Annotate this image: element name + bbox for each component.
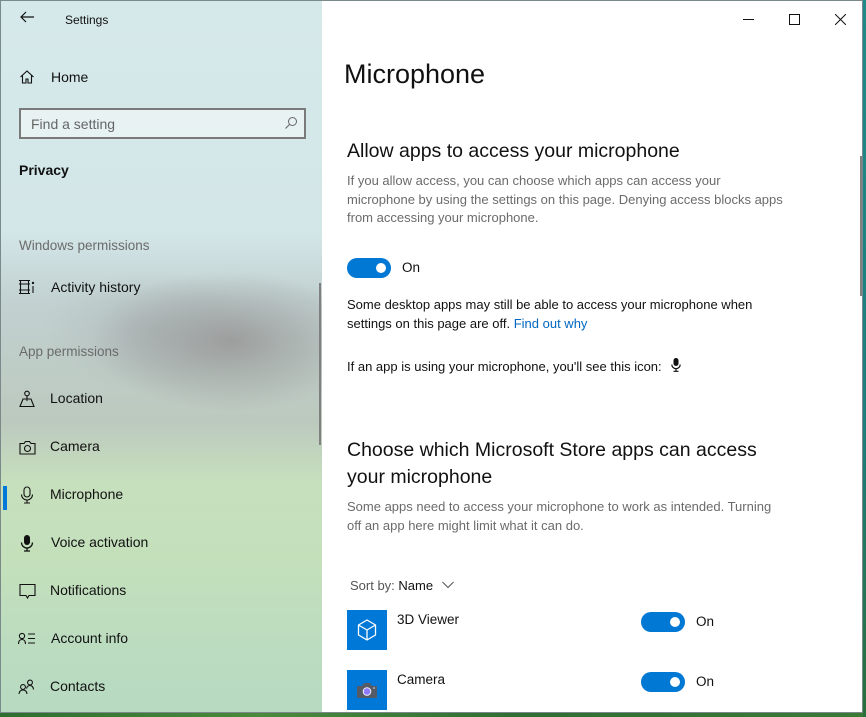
sidebar-item-label: Location — [50, 390, 103, 406]
app-name: 3D Viewer — [397, 612, 460, 627]
page-title: Microphone — [344, 59, 486, 89]
search-input[interactable] — [21, 110, 276, 137]
sidebar-item-notifications[interactable]: Notifications — [1, 571, 322, 611]
search-icon[interactable] — [284, 116, 298, 130]
microphone-icon — [18, 486, 36, 504]
sidebar-item-home[interactable]: Home — [1, 57, 322, 97]
toggle-knob — [376, 263, 386, 273]
sidebar-item-label: Microphone — [50, 486, 124, 502]
sidebar-item-label: Home — [51, 69, 89, 85]
location-icon — [18, 390, 36, 408]
sidebar-item-label: Activity history — [51, 279, 141, 295]
sidebar-item-label: Camera — [50, 438, 100, 454]
search-field[interactable] — [19, 108, 306, 139]
sidebar-item-label: Voice activation — [51, 534, 149, 550]
close-button[interactable] — [817, 1, 862, 37]
store-section-description: Some apps need to access your microphone… — [347, 499, 772, 533]
main-content: Microphone Allow apps to access your mic… — [322, 1, 862, 712]
find-out-why-link[interactable]: Find out why — [514, 316, 588, 331]
sidebar-scrollbar[interactable] — [319, 283, 321, 445]
maximize-icon — [788, 13, 800, 25]
voice-activation-icon — [18, 534, 36, 552]
camera-app-toggle[interactable] — [641, 672, 685, 692]
microphone-filled-icon — [671, 358, 682, 372]
desktop-apps-note: Some desktop apps may still be able to a… — [347, 296, 797, 333]
back-arrow-icon — [20, 11, 34, 23]
active-indicator — [3, 486, 7, 510]
sidebar-item-contacts[interactable]: Contacts — [1, 667, 322, 707]
sidebar-item-label: Contacts — [50, 678, 106, 694]
main-scrollbar[interactable] — [860, 156, 862, 296]
maximize-button[interactable] — [771, 1, 817, 37]
app-name: Camera — [397, 672, 446, 687]
sidebar-item-camera[interactable]: Camera — [1, 427, 322, 467]
allow-access-toggle[interactable] — [347, 258, 391, 278]
contacts-icon — [18, 678, 36, 696]
camera-icon — [18, 438, 36, 456]
sidebar-item-account-info[interactable]: Account info — [1, 619, 322, 659]
3d-viewer-icon — [347, 610, 387, 650]
sidebar-item-label: Notifications — [50, 582, 127, 598]
sort-by-value: Name — [398, 578, 434, 593]
chevron-down-icon — [441, 581, 454, 589]
activity-history-icon — [18, 278, 36, 296]
sidebar-item-label: Account info — [51, 630, 129, 646]
sidebar-item-activity-history[interactable]: Activity history — [1, 267, 322, 307]
sidebar: Settings Home Privacy Windows permission… — [1, 1, 322, 712]
3d-viewer-toggle-label: On — [696, 614, 715, 629]
window-title: Settings — [65, 13, 109, 27]
home-icon — [18, 68, 36, 86]
icon-note: If an app is using your microphone, you'… — [347, 358, 797, 377]
minimize-button[interactable] — [725, 1, 771, 37]
back-button[interactable] — [19, 9, 37, 29]
minimize-icon — [742, 18, 754, 20]
sidebar-item-microphone[interactable]: Microphone — [1, 475, 322, 515]
camera-app-icon — [347, 670, 387, 710]
sidebar-item-voice-activation[interactable]: Voice activation — [1, 523, 322, 563]
close-icon — [834, 13, 846, 25]
category-title: Privacy — [19, 162, 69, 178]
sort-by-label: Sort by: — [350, 578, 395, 593]
sort-by-dropdown[interactable]: Sort by: Name — [350, 578, 454, 593]
store-section-heading: Choose which Microsoft Store apps can ac… — [347, 439, 757, 488]
camera-app-toggle-label: On — [696, 674, 715, 689]
section-heading-app-permissions: App permissions — [19, 344, 119, 359]
section-heading-windows-permissions: Windows permissions — [19, 238, 150, 253]
account-info-icon — [18, 630, 36, 648]
allow-access-toggle-label: On — [402, 260, 421, 275]
allow-section-description: If you allow access, you can choose whic… — [347, 173, 783, 225]
allow-section-heading: Allow apps to access your microphone — [347, 140, 680, 162]
toggle-knob — [670, 617, 680, 627]
icon-note-text: If an app is using your microphone, you'… — [347, 359, 662, 374]
toggle-knob — [670, 677, 680, 687]
sidebar-item-location[interactable]: Location — [1, 379, 322, 419]
desktop-background — [0, 713, 866, 717]
settings-window: Settings Home Privacy Windows permission… — [0, 0, 863, 713]
3d-viewer-toggle[interactable] — [641, 612, 685, 632]
notifications-icon — [18, 582, 36, 600]
